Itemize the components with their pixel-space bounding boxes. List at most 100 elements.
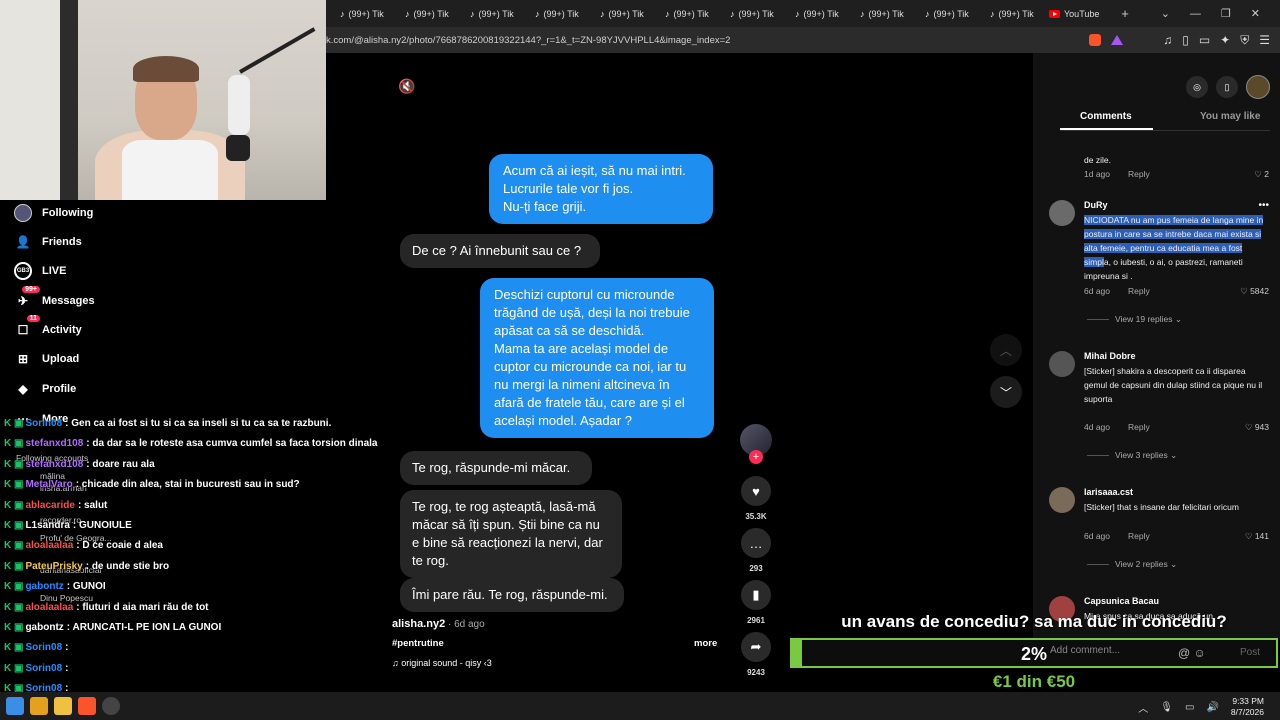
reply-button[interactable]: Reply [1128, 169, 1150, 179]
view-replies-button[interactable]: View 3 replies ⌄ [1087, 450, 1177, 461]
avatar[interactable] [1049, 487, 1075, 513]
reply-button[interactable]: Reply [1128, 286, 1150, 296]
windows-start-icon[interactable] [6, 697, 24, 715]
tray-chevron-icon[interactable]: ︿ [1138, 700, 1148, 715]
device-icon[interactable]: ▯ [1216, 76, 1238, 98]
sidebar-item-following[interactable]: Following [14, 204, 93, 222]
brave-shields-icon[interactable] [1089, 34, 1102, 46]
leo-ai-icon[interactable]: ✦ [1220, 33, 1230, 47]
share-button[interactable]: ➦ 9243 [738, 632, 774, 677]
clock[interactable]: 9:33 PM 8/7/2026 [1231, 696, 1264, 718]
comment-like-button[interactable]: ♡ 2 [1254, 169, 1269, 180]
chat-username[interactable]: Sorin08 [25, 418, 62, 429]
next-post-button[interactable]: ﹀ [990, 376, 1022, 408]
post-comment-button[interactable]: Post [1240, 647, 1260, 658]
chat-username[interactable]: MetalVaro [25, 479, 72, 490]
comment-like-button[interactable]: ♡ 943 [1245, 422, 1269, 433]
comment-author[interactable]: DuRy [1084, 200, 1108, 210]
chat-username[interactable]: ablacaride [25, 500, 74, 511]
sidebar-item-profile[interactable]: ◆ Profile [14, 380, 76, 398]
tab-comments[interactable]: Comments [1080, 111, 1132, 122]
obs-icon[interactable] [102, 697, 120, 715]
sidebar-item-live[interactable]: GB3 LIVE [14, 262, 66, 280]
view-replies-button[interactable]: View 2 replies ⌄ [1087, 559, 1177, 570]
more-options-icon[interactable]: ••• [1258, 200, 1269, 211]
add-comment-input[interactable]: Add comment... [1050, 645, 1120, 656]
sidebar-item-activity[interactable]: ☐ 11 Activity [14, 315, 82, 339]
comment-like-button[interactable]: ♡ 5842 [1240, 286, 1269, 297]
tab-search-chevron-icon[interactable]: ⌄ [1161, 7, 1170, 20]
sidebar-item-messages[interactable]: ✈ 99+ Messages [14, 286, 95, 310]
sidebar-item-friends[interactable]: 👤 Friends [14, 233, 82, 251]
tab-tiktok[interactable]: ♪ (99+) Tik [846, 0, 911, 27]
chat-message: K ▣ MetalVaro: chicade din alea, stai in … [4, 479, 300, 490]
media-icon[interactable]: ♫ [1163, 33, 1172, 47]
tab-tiktok[interactable]: ♪ (99+) Tik [391, 0, 456, 27]
sidebar-toggle-icon[interactable]: ▯ [1182, 33, 1189, 47]
save-button[interactable]: ▮ 2961 [738, 580, 774, 625]
brave-rewards-icon[interactable] [1111, 35, 1124, 45]
minimize-icon[interactable]: — [1190, 8, 1201, 20]
tab-tiktok[interactable]: ♪ (99+) Tik [456, 0, 521, 27]
follow-plus-icon[interactable]: + [749, 450, 763, 464]
user-avatar[interactable] [1246, 75, 1270, 99]
chat-username[interactable]: gabontz [25, 581, 63, 592]
volume-icon[interactable]: 🔊 [1206, 702, 1218, 713]
avatar[interactable] [1049, 200, 1075, 226]
avatar[interactable] [1049, 351, 1075, 377]
sound-link[interactable]: ♫ original sound - qisy ‹3 [392, 658, 492, 668]
view-replies-button[interactable]: View 19 replies ⌄ [1087, 314, 1182, 325]
chat-username[interactable]: gabontz [25, 622, 63, 633]
author-avatar-button[interactable]: + [738, 424, 774, 464]
mic-icon[interactable]: 🎙 [1160, 702, 1173, 713]
network-icon[interactable]: ▭ [1185, 702, 1194, 713]
wallet-icon[interactable]: ▭ [1199, 33, 1210, 47]
menu-icon[interactable]: ☰ [1259, 33, 1270, 47]
chat-text: : [65, 642, 69, 654]
chat-username[interactable]: stefanxd108 [25, 459, 83, 470]
close-icon[interactable]: ✕ [1251, 7, 1260, 20]
emoji-icon[interactable]: ☺ [1194, 646, 1206, 660]
author-username[interactable]: alisha.ny2 [392, 618, 445, 630]
restore-icon[interactable]: ❐ [1221, 7, 1231, 20]
previous-post-button[interactable]: ︿ [990, 334, 1022, 366]
mute-icon[interactable]: 🔇 [398, 78, 415, 95]
tab-tiktok[interactable]: ♪ (99+) Tik [716, 0, 781, 27]
chat-username[interactable]: aloalaalaa [25, 602, 73, 613]
chrome-icon[interactable] [30, 697, 48, 715]
chat-username[interactable]: stefanxd108 [25, 438, 83, 449]
tab-tiktok[interactable]: ♪ (99+) Tik [911, 0, 976, 27]
chat-username[interactable]: aloalaalaa [25, 540, 73, 551]
tab-tiktok[interactable]: ♪ (99+) Tik [781, 0, 846, 27]
comment-button[interactable]: … 293 [738, 528, 774, 573]
tab-tiktok[interactable]: ♪ (99+) Tik [521, 0, 586, 27]
coins-icon[interactable]: ◎ [1186, 76, 1208, 98]
hashtag-link[interactable]: #pentrutine [392, 638, 444, 649]
chat-username[interactable]: L1sandra [25, 520, 69, 531]
tab-tiktok[interactable]: ♪ (99+) Tik [586, 0, 651, 27]
like-button[interactable]: ♥ 35.3K [738, 476, 774, 521]
chat-username[interactable]: Sorin08 [25, 663, 62, 674]
tab-tiktok[interactable]: ♪ (99+) Tik [651, 0, 716, 27]
reply-button[interactable]: Reply [1128, 531, 1150, 541]
reply-button[interactable]: Reply [1128, 422, 1150, 432]
tab-tiktok[interactable]: ♪ (99+) Tik [326, 0, 391, 27]
comment-like-button[interactable]: ♡ 141 [1245, 531, 1269, 542]
tab-you-may-like[interactable]: You may like [1200, 111, 1260, 122]
chat-username[interactable]: Sorin08 [25, 642, 62, 653]
comment-author[interactable]: Mihai Dobre [1084, 351, 1136, 361]
comment-author[interactable]: larisaaa.cst [1084, 487, 1133, 497]
new-tab-button[interactable]: + [1111, 6, 1139, 21]
mention-icon[interactable]: @ [1178, 646, 1190, 660]
vpn-icon[interactable]: ⛨ [1240, 33, 1249, 48]
tab-tiktok[interactable]: ♪ (99+) Tik [976, 0, 1041, 27]
brave-icon[interactable] [78, 697, 96, 715]
file-explorer-icon[interactable] [54, 697, 72, 715]
more-button[interactable]: more [694, 638, 717, 649]
chat-username[interactable]: PateuPrisky [25, 561, 82, 572]
tab-label: (99+) Tik [803, 8, 839, 19]
tab-youtube[interactable]: YouTube [1041, 0, 1111, 27]
comment-author[interactable]: Capsunica Bacau [1084, 596, 1159, 606]
url-field[interactable]: k.com/@alisha.ny2/photo/7668786200819322… [326, 35, 730, 46]
sidebar-item-upload[interactable]: ⊞ Upload [14, 350, 79, 368]
